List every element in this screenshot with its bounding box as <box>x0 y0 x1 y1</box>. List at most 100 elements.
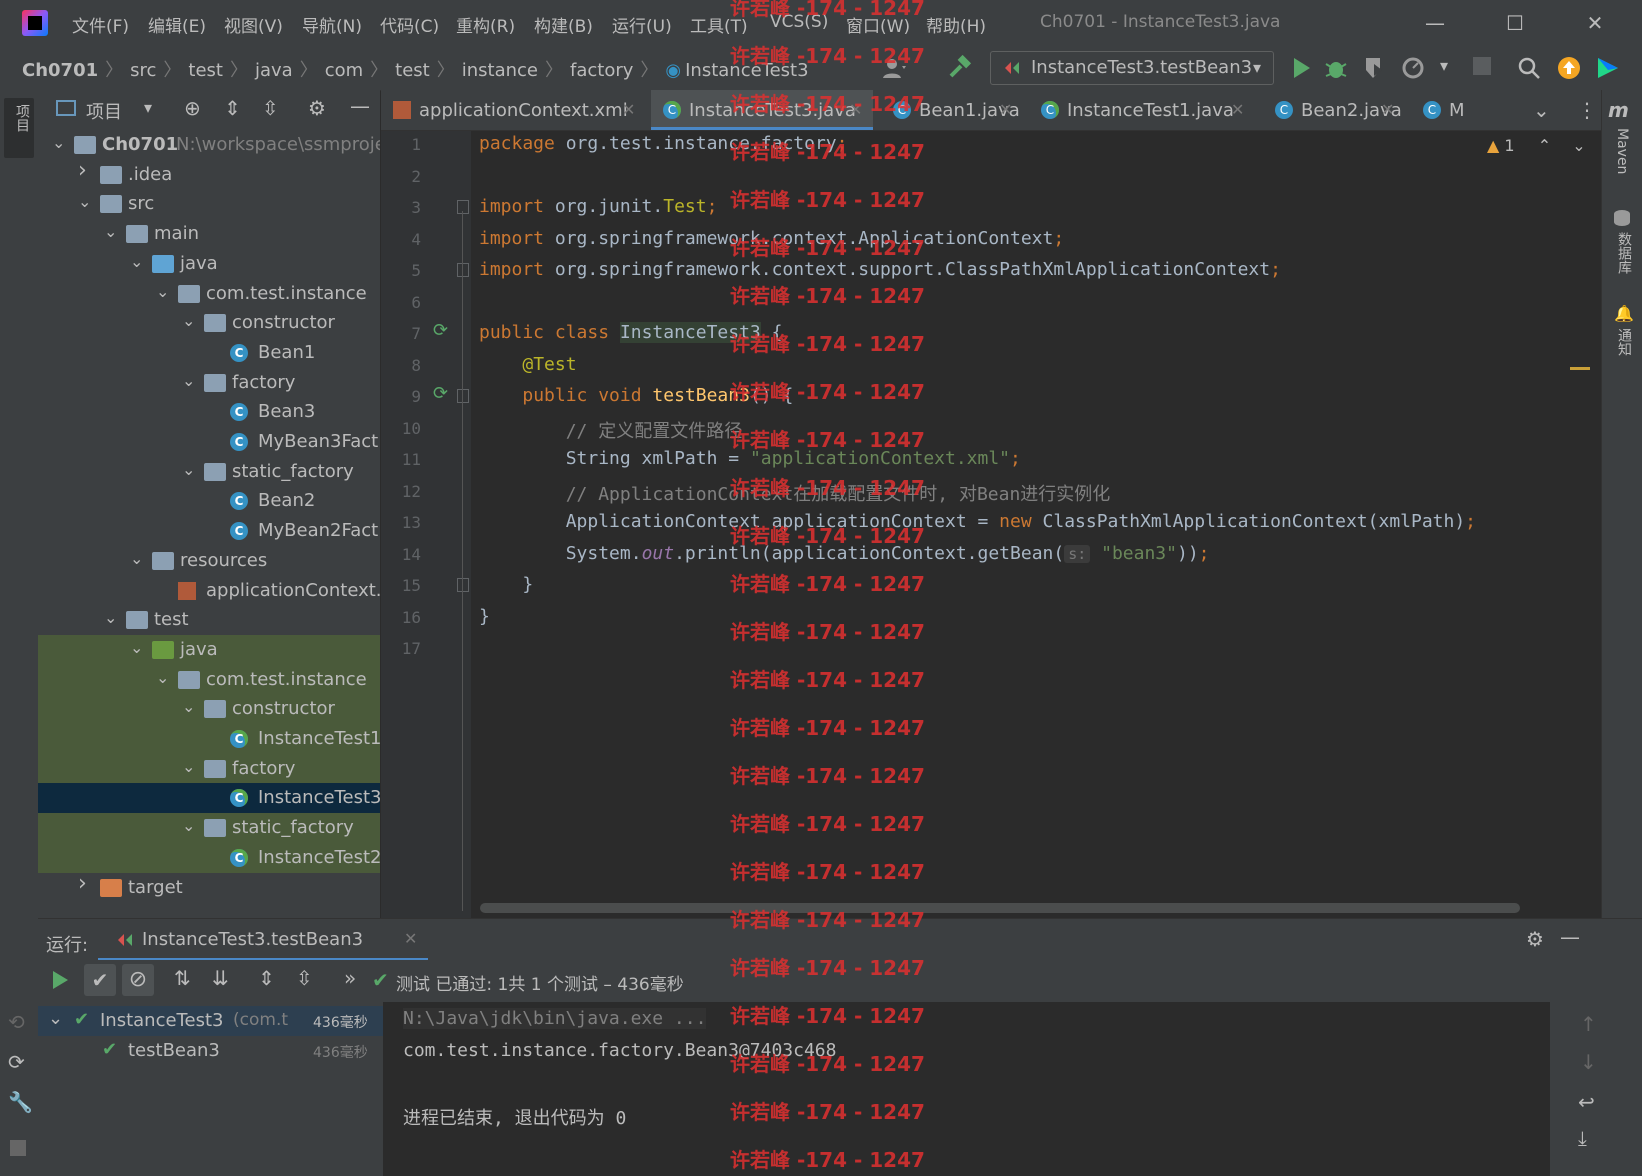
chevron-down-icon[interactable]: ⌄ <box>130 252 143 271</box>
more-actions-icon[interactable]: » <box>344 966 356 990</box>
collapse-all-icon[interactable]: ⇳ <box>296 966 313 990</box>
tree-item-constructor[interactable]: ⌄ constructor <box>38 694 380 725</box>
breadcrumb-item[interactable]: java <box>255 60 293 81</box>
menu-item[interactable]: 重构(R) <box>456 12 515 37</box>
coverage-icon[interactable] <box>1360 54 1388 82</box>
chevron-down-icon[interactable]: ⌄ <box>48 1008 63 1029</box>
tree-item-bean2[interactable]: C Bean2 <box>38 486 380 516</box>
minimize-icon[interactable]: — <box>1420 8 1450 38</box>
chevron-down-icon[interactable]: ⌄ <box>52 133 65 152</box>
menu-item[interactable]: 视图(V) <box>224 12 283 37</box>
tree-item-mybean3fact[interactable]: C MyBean3Fact <box>38 427 380 457</box>
expand-all-icon[interactable]: ⇕ <box>224 96 241 120</box>
build-hammer-icon[interactable] <box>945 54 973 82</box>
tree-item-com-test-instance[interactable]: ⌄ com.test.instance <box>38 664 380 695</box>
update-icon[interactable] <box>1555 54 1583 82</box>
tree-item-resources[interactable]: ⌄ resources <box>38 546 380 576</box>
tree-item--idea[interactable]: › .idea <box>38 158 380 190</box>
database-tool-button[interactable]: 数据库 <box>1614 232 1634 274</box>
tree-item-bean1[interactable]: C Bean1 <box>38 338 380 368</box>
tree-item-factory[interactable]: ⌄ factory <box>38 368 380 398</box>
previous-highlight-icon[interactable]: ⌃ <box>1538 136 1551 155</box>
code-with-me-icon[interactable] <box>1594 54 1622 82</box>
expand-all-icon[interactable]: ⇕ <box>258 966 275 990</box>
tab-bean2-java[interactable]: C Bean2.java ✕ <box>1263 90 1405 130</box>
tree-item-main[interactable]: ⌄ main <box>38 219 380 249</box>
code-line[interactable]: @Test <box>479 354 576 375</box>
tree-item-factory[interactable]: ⌄ factory <box>38 753 380 784</box>
tabs-dropdown-icon[interactable]: ⌄ <box>1533 98 1550 122</box>
run-test-gutter-icon[interactable]: ⟳ <box>433 320 448 341</box>
tree-item-constructor[interactable]: ⌄ constructor <box>38 308 380 338</box>
hide-panel-icon[interactable]: — <box>350 94 370 118</box>
locate-icon[interactable]: ⊕ <box>184 96 201 120</box>
test-result-row[interactable]: ⌄ ✔ InstanceTest3 (com.t 436毫秒 <box>38 1006 383 1036</box>
project-tool-button[interactable]: 项目 <box>4 98 34 158</box>
tab-instancetest1-java[interactable]: C InstanceTest1.java ✕ <box>1029 90 1255 130</box>
close-window-icon[interactable]: ✕ <box>1580 8 1610 38</box>
run-test-gutter-icon[interactable]: ⟳ <box>433 383 448 404</box>
debug-icon[interactable] <box>1322 54 1350 82</box>
breadcrumb-item[interactable]: test <box>188 60 223 81</box>
toggle-auto-test-icon[interactable]: ⟳ <box>8 1050 25 1074</box>
chevron-down-icon[interactable]: ⌄ <box>130 638 143 657</box>
tab-m[interactable]: CM <box>1411 90 1471 130</box>
menu-item[interactable]: 导航(N) <box>302 12 362 37</box>
chevron-down-icon[interactable]: ▾ <box>144 98 152 117</box>
search-icon[interactable] <box>1515 54 1543 82</box>
tab-applicationcontext-xml[interactable]: applicationContext.xml ✕ <box>381 90 646 130</box>
chevron-right-icon[interactable]: › <box>78 871 87 896</box>
chevron-down-icon[interactable]: ⌄ <box>156 668 169 687</box>
chevron-down-icon[interactable]: ⌄ <box>182 371 195 390</box>
breadcrumb-item[interactable]: Ch0701 <box>22 60 98 81</box>
tree-item-test[interactable]: ⌄ test <box>38 605 380 635</box>
menu-item[interactable]: 编辑(E) <box>148 12 206 37</box>
tree-item-static-factory[interactable]: ⌄ static_factory <box>38 813 380 844</box>
more-options-icon[interactable]: ⋮ <box>1577 98 1597 122</box>
close-tab-icon[interactable]: ✕ <box>1381 100 1394 119</box>
run-configuration-selector[interactable]: InstanceTest3.testBean3 ▾ <box>990 51 1274 85</box>
chevron-down-icon[interactable]: ⌄ <box>182 460 195 479</box>
code-line[interactable]: ApplicationContext applicationContext = … <box>479 511 1476 532</box>
sort-by-duration-icon[interactable]: ⇊ <box>212 966 229 990</box>
close-tab-icon[interactable]: ✕ <box>1231 100 1244 119</box>
close-tab-icon[interactable]: ✕ <box>999 100 1012 119</box>
test-result-row[interactable]: ✔ testBean3 436毫秒 <box>38 1036 383 1066</box>
code-line[interactable]: import org.junit.Test; <box>479 196 717 217</box>
show-ignored-toggle[interactable]: ⊘ <box>122 964 154 996</box>
tree-item-mybean2fact[interactable]: C MyBean2Fact <box>38 516 380 546</box>
breadcrumb-item[interactable]: instance <box>462 60 538 81</box>
tree-item-target[interactable]: › target <box>38 871 380 903</box>
rerun-icon[interactable] <box>48 968 72 992</box>
error-stripe-mark[interactable] <box>1570 367 1590 370</box>
next-highlight-icon[interactable]: ⌄ <box>1572 136 1585 155</box>
menu-item[interactable]: 帮助(H) <box>926 12 986 37</box>
code-line[interactable]: } <box>479 574 533 595</box>
fold-icon[interactable] <box>457 200 469 214</box>
arrow-down-icon[interactable]: ↓ <box>1580 1050 1597 1074</box>
run-tab[interactable]: InstanceTest3.testBean3 ✕ <box>98 919 428 961</box>
run-console[interactable]: N:\Java\jdk\bin\java.exe ... com.test.ins… <box>385 1002 1550 1176</box>
breadcrumb-item[interactable]: test <box>395 60 430 81</box>
chevron-down-icon[interactable]: ⌄ <box>104 608 117 627</box>
profile-icon[interactable] <box>1400 54 1428 82</box>
breadcrumb-item[interactable]: com <box>325 60 363 81</box>
chevron-down-icon[interactable]: ⌄ <box>156 282 169 301</box>
inspection-widget[interactable]: ▲ 1 ⌃ ⌄ <box>1487 136 1586 155</box>
stop-icon[interactable] <box>10 1140 26 1156</box>
chevron-down-icon[interactable]: ⌄ <box>78 192 91 211</box>
tree-item-applicationcontext[interactable]: applicationContext. <box>38 576 380 606</box>
show-passed-toggle[interactable]: ✔ <box>84 964 116 996</box>
menu-item[interactable]: 文件(F) <box>72 12 129 37</box>
tree-item-ch0701[interactable]: ⌄ Ch0701 N:\workspace\ssmproje <box>38 130 380 160</box>
menu-item[interactable]: 运行(U) <box>612 12 672 37</box>
tree-item-instancetest3[interactable]: C InstanceTest3 <box>38 783 380 814</box>
code-line[interactable]: // 定义配置文件路径 <box>479 417 743 443</box>
horizontal-scrollbar[interactable] <box>480 903 1520 913</box>
tree-item-java[interactable]: ⌄ java <box>38 249 380 279</box>
fold-icon[interactable] <box>457 389 469 403</box>
chevron-down-icon[interactable]: ▾ <box>1440 56 1448 75</box>
breadcrumb-item[interactable]: src <box>130 60 156 81</box>
tree-item-com-test-instance[interactable]: ⌄ com.test.instance <box>38 279 380 309</box>
arrow-up-icon[interactable]: ↑ <box>1580 1012 1597 1036</box>
